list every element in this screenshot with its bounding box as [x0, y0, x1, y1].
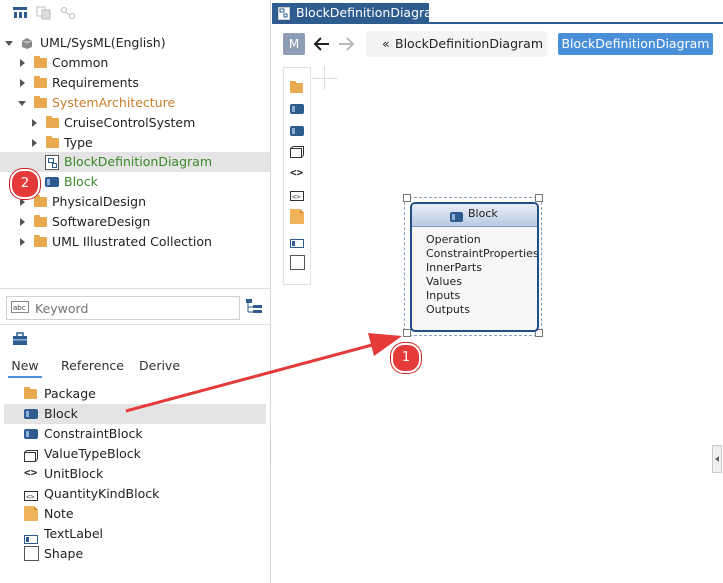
annotation-badge-1: 1	[391, 343, 421, 373]
annotation-arrow	[125, 333, 402, 413]
right-panel-handle[interactable]	[712, 445, 722, 473]
